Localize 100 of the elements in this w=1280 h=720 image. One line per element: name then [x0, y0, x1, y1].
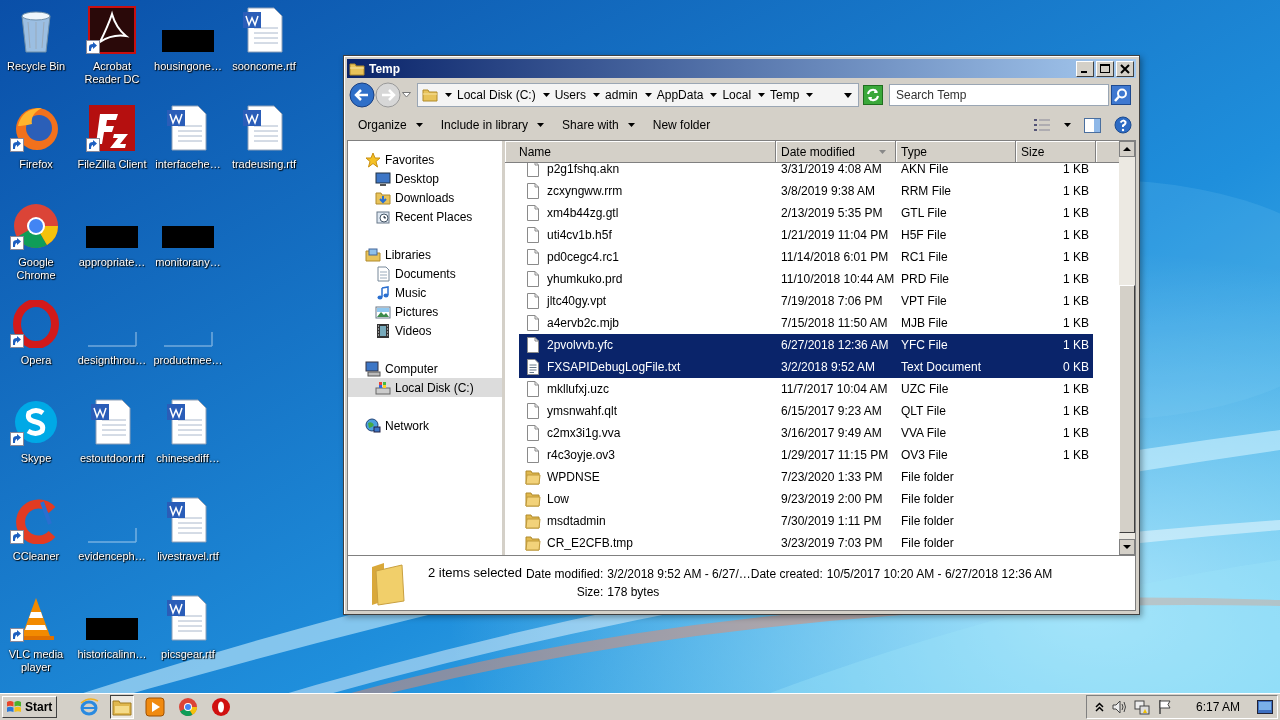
history-caret-icon[interactable] [402, 92, 411, 98]
file-row[interactable]: zcxyngww.rrm 3/8/2019 9:38 AM RRM File 1 KB [519, 180, 1093, 202]
caret-icon[interactable] [844, 92, 852, 98]
back-button[interactable] [349, 82, 375, 108]
file-row[interactable]: c2mx3i1g.vva 3/16/2017 9:49 AM VVA File 1 KB [519, 422, 1093, 444]
file-row[interactable]: mkllufxj.uzc 11/7/2017 10:04 AM UZC File 1 KB [519, 378, 1093, 400]
caret-icon[interactable] [1064, 123, 1071, 127]
navigation-item[interactable]: Network [348, 416, 502, 435]
file-row[interactable]: p2g1fshq.akn 3/31/2019 4:08 AM AKN File 1 KB [519, 163, 1093, 180]
chevron-up-icon[interactable] [1094, 702, 1104, 712]
caret-icon[interactable] [806, 93, 814, 97]
file-row[interactable]: CR_E2CFB.tmp 3/23/2019 7:03 PM File folder [519, 532, 1093, 554]
toolbar-button[interactable]: Organize [351, 115, 430, 135]
desktop-icon-label[interactable]: historicalinn… [77, 648, 147, 661]
breadcrumb-item[interactable]: AppData [656, 88, 704, 102]
desktop-icon-label[interactable]: estoutdoor.rtf [79, 452, 145, 465]
navigation-item[interactable]: Documents [348, 264, 502, 283]
desktop-icon-label[interactable]: Opera [20, 354, 52, 367]
file-row[interactable]: jltc40gy.vpt 7/19/2018 7:06 PM VPT File 1 KB [519, 290, 1093, 312]
close-button[interactable] [1116, 60, 1134, 77]
navigation-item[interactable]: Desktop [348, 169, 502, 188]
desktop-icon-label[interactable]: FileZilla Client [77, 158, 147, 171]
scroll-down-button[interactable] [1119, 539, 1135, 555]
navigation-item[interactable]: Downloads [348, 188, 502, 207]
acrobat-icon[interactable] [88, 6, 136, 54]
file-row[interactable]: yhumkuko.prd 11/10/2018 10:44 AM PRD File 1 KB [519, 268, 1093, 290]
file-row[interactable]: r4c3oyje.ov3 1/29/2017 11:15 PM OV3 File 1 KB [519, 444, 1093, 466]
desktop-icon-label[interactable]: sooncome.rtf [232, 60, 296, 73]
caret-icon[interactable] [758, 93, 766, 97]
caret-icon[interactable] [710, 93, 718, 97]
preview-pane-icon[interactable] [1084, 117, 1101, 133]
desktop-icon-label[interactable]: Skype [20, 452, 52, 465]
toolbar-button[interactable]: New folder [645, 115, 718, 135]
address-bar[interactable]: Local Disk (C:) Users admin AppData Local Temp [417, 83, 859, 107]
file-row[interactable]: Low 9/23/2019 2:00 PM File folder [519, 488, 1093, 510]
start-button[interactable]: Start [2, 696, 58, 718]
desktop-icon-label[interactable]: Acrobat Reader DC [84, 60, 140, 86]
toolbar-button[interactable]: Include in library [433, 115, 552, 135]
navigation-item[interactable]: Pictures [348, 302, 502, 321]
file-row[interactable]: FXSAPIDebugLogFile.txt 3/2/2018 9:52 AM Text Document 0 KB [519, 356, 1093, 378]
desktop-icon-label[interactable]: picsgear.rtf [161, 648, 215, 661]
column-header[interactable]: Size [1016, 141, 1096, 163]
search-field[interactable]: Search Temp [889, 84, 1109, 106]
filezilla-icon[interactable] [88, 104, 136, 152]
maximize-button[interactable] [1096, 60, 1114, 77]
desktop-icon-label[interactable]: Google Chrome [16, 256, 56, 282]
vertical-scrollbar[interactable] [1119, 141, 1135, 555]
breadcrumb-item[interactable]: Local [722, 88, 752, 102]
desktop-icon-label[interactable]: VLC media player [8, 648, 64, 674]
chrome-icon[interactable] [12, 202, 60, 250]
navigation-item[interactable]: Libraries [348, 245, 502, 264]
skype-icon[interactable] [12, 398, 60, 446]
view-options-icon[interactable] [1033, 118, 1051, 132]
desktop-icon-label[interactable]: designthrou… [77, 354, 147, 367]
breadcrumb-item[interactable]: Temp [770, 88, 800, 102]
desktop-icon-label[interactable]: evidenceph… [78, 550, 146, 563]
file-row[interactable]: 2pvolvvb.yfc 6/27/2018 12:36 AM YFC File 1 KB [519, 334, 1093, 356]
file-row[interactable]: ymsnwahf.qlt 6/15/2017 9:23 AM QLT File 1 KB [519, 400, 1093, 422]
desktop-icon-label[interactable]: productmee… [153, 354, 223, 367]
breadcrumb-item[interactable]: Users [554, 88, 587, 102]
caret-icon[interactable] [593, 93, 601, 97]
file-row[interactable]: uti4cv1b.h5f 1/21/2019 11:04 PM H5F File 1 KB [519, 224, 1093, 246]
caret-icon[interactable] [542, 93, 550, 97]
clock[interactable]: 6:17 AM [1195, 700, 1240, 714]
caret-icon[interactable] [445, 93, 452, 97]
column-header[interactable]: Type [896, 141, 1016, 163]
desktop-icon-label[interactable]: appropriate… [78, 256, 146, 269]
desktop-icon-label[interactable]: Recycle Bin [6, 60, 66, 73]
taskbar-app-button[interactable] [110, 695, 135, 719]
help-icon[interactable] [1114, 116, 1132, 134]
toolbar-button[interactable]: Share with [555, 115, 642, 135]
file-row[interactable]: a4ervb2c.mjb 7/15/2018 11:50 AM MJB File 1 KB [519, 312, 1093, 334]
scroll-up-button[interactable] [1119, 141, 1135, 157]
speaker-icon[interactable] [1110, 699, 1127, 715]
breadcrumb-item[interactable]: admin [605, 88, 638, 102]
desktop-icon-label[interactable]: livestravel.rtf [157, 550, 219, 563]
navigation-item[interactable]: Favorites [348, 150, 502, 169]
file-row[interactable]: pd0cegc4.rc1 11/14/2018 6:01 PM RC1 File 1 KB [519, 246, 1093, 268]
navigation-item[interactable]: Recent Places [348, 207, 502, 226]
caret-icon[interactable] [644, 93, 652, 97]
column-header[interactable]: Name [505, 141, 776, 163]
minimize-button[interactable] [1076, 60, 1094, 77]
desktop-icon-label[interactable]: chinesediff… [156, 452, 220, 465]
show-desktop-icon[interactable] [1257, 700, 1273, 714]
navigation-item[interactable]: Videos [348, 321, 502, 340]
desktop-icon-label[interactable]: tradeusing.rtf [231, 158, 297, 171]
file-row[interactable]: xm4b44zg.gtl 2/13/2019 5:35 PM GTL File 1 KB [519, 202, 1093, 224]
file-row[interactable]: WPDNSE 7/23/2020 1:33 PM File folder [519, 466, 1093, 488]
desktop-icon-label[interactable]: Firefox [19, 158, 53, 171]
desktop-icon-label[interactable]: interfacehe… [155, 158, 221, 171]
opera-icon[interactable] [12, 300, 60, 348]
desktop-icon-label[interactable]: monitorany… [155, 256, 221, 269]
search-button[interactable] [1111, 85, 1131, 105]
scroll-thumb[interactable] [1119, 285, 1135, 533]
network-icon[interactable] [1133, 699, 1150, 715]
navigation-item[interactable]: Computer [348, 359, 502, 378]
navigation-item[interactable]: Local Disk (C:) [348, 378, 502, 397]
refresh-button[interactable] [863, 85, 883, 105]
desktop-icon-label[interactable]: CCleaner [12, 550, 60, 563]
column-header[interactable]: Date modified [776, 141, 896, 163]
